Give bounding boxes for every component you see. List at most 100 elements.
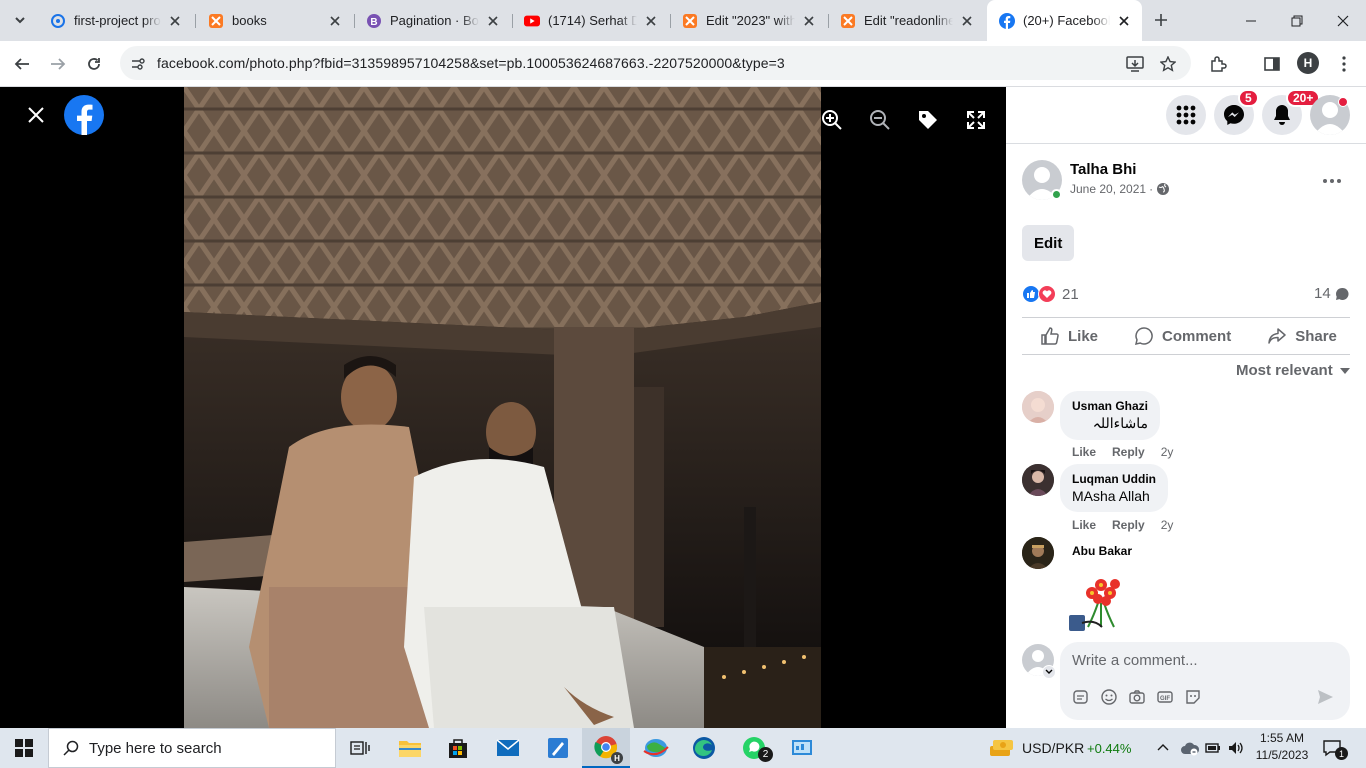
close-icon [28, 107, 44, 123]
currency-pair[interactable]: USD/PKR [1022, 740, 1084, 756]
show-hidden-icons-button[interactable] [1156, 740, 1170, 759]
weather-widget-icon[interactable] [988, 736, 1014, 765]
commenter-name[interactable]: Abu Bakar [1072, 544, 1132, 558]
sort-label: Most relevant [1236, 362, 1333, 379]
profile-avatar[interactable]: H [1297, 52, 1319, 74]
post-date[interactable]: June 20, 2021 [1070, 182, 1146, 196]
comment-like-link[interactable]: Like [1072, 445, 1096, 459]
control-panel-icon [792, 740, 812, 755]
messenger-icon [1224, 105, 1244, 125]
like-button[interactable]: Like [1022, 326, 1116, 346]
comment-age[interactable]: 2y [1161, 518, 1174, 532]
close-viewer-button[interactable] [18, 97, 54, 133]
whatsapp-button[interactable]: 2 [730, 728, 778, 768]
close-tab-icon[interactable] [167, 13, 183, 29]
tab-title: books [232, 13, 267, 28]
store-button[interactable] [434, 728, 482, 768]
comment-button[interactable]: Comment [1116, 326, 1249, 346]
comment-input[interactable]: Write a comment... [1072, 652, 1198, 669]
sticker-icon[interactable] [1184, 688, 1202, 711]
volume-icon[interactable] [1227, 740, 1245, 761]
search-icon [63, 740, 79, 756]
install-app-icon[interactable] [1125, 54, 1145, 74]
camera-icon[interactable] [1128, 688, 1146, 711]
chrome-button[interactable]: H [582, 728, 630, 768]
reactions-summary[interactable]: 21 [1022, 285, 1079, 303]
action-center-button[interactable]: 1 [1322, 739, 1348, 762]
comment-reply-link[interactable]: Reply [1112, 518, 1145, 532]
gif-icon[interactable]: GIF [1156, 688, 1174, 711]
tab-search-button[interactable] [8, 8, 32, 32]
commenter-name[interactable]: Luqman Uddin [1072, 472, 1156, 486]
youtube-icon [524, 13, 540, 29]
clock-date: 11/5/2023 [1255, 748, 1309, 762]
site-info-icon[interactable] [128, 54, 148, 74]
tab-books[interactable]: books [196, 6, 353, 35]
bookmark-star-icon[interactable] [1158, 54, 1178, 74]
new-tab-button[interactable] [1151, 10, 1171, 30]
post-options-button[interactable] [1318, 167, 1346, 195]
minimize-button[interactable] [1228, 0, 1274, 41]
fullscreen-button[interactable] [958, 102, 994, 138]
close-tab-icon[interactable] [1116, 13, 1132, 29]
file-explorer-button[interactable] [386, 728, 434, 768]
account-switch-button[interactable] [1042, 665, 1056, 679]
chevron-down-icon [1045, 669, 1053, 674]
side-panel-button[interactable] [1258, 50, 1286, 78]
globe-app-button[interactable] [632, 728, 680, 768]
mail-button[interactable] [484, 728, 532, 768]
comment-bubble: Luqman Uddin MAsha Allah [1060, 464, 1168, 512]
commenter-avatar[interactable] [1022, 464, 1054, 496]
network-cloud-icon[interactable] [1180, 740, 1200, 761]
share-button[interactable]: Share [1249, 326, 1355, 346]
comment-sort-dropdown[interactable]: Most relevant [1236, 362, 1351, 379]
commenter-name[interactable]: Usman Ghazi [1072, 399, 1148, 413]
battery-icon[interactable] [1204, 740, 1222, 761]
restore-button[interactable] [1274, 0, 1320, 41]
taskbar-search[interactable]: Type here to search [48, 728, 336, 768]
zoom-in-button[interactable] [814, 102, 850, 138]
commenter-avatar[interactable] [1022, 537, 1054, 569]
search-placeholder: Type here to search [89, 739, 222, 757]
close-tab-icon[interactable] [643, 13, 659, 29]
system-clock[interactable]: 1:55 AM 11/5/2023 [1254, 731, 1310, 762]
tag-photo-button[interactable] [910, 102, 946, 138]
start-button[interactable] [0, 728, 48, 768]
avatar-sticker-icon[interactable] [1072, 688, 1090, 711]
reload-button[interactable] [80, 50, 108, 78]
close-window-button[interactable] [1320, 0, 1366, 41]
tab-youtube[interactable]: (1714) Serhat Du [512, 6, 669, 35]
task-view-button[interactable] [336, 728, 384, 768]
edge-button[interactable] [680, 728, 728, 768]
comments-count-link[interactable]: 14 [1314, 285, 1349, 302]
tab-edit-2023[interactable]: Edit "2023" with [670, 6, 827, 35]
extensions-button[interactable] [1204, 50, 1232, 78]
comment-text: ماشاءاللہ [1092, 415, 1149, 431]
close-tab-icon[interactable] [327, 13, 343, 29]
close-tab-icon[interactable] [801, 13, 817, 29]
paint-button[interactable] [534, 728, 582, 768]
control-panel-button[interactable] [778, 728, 826, 768]
comment-reply-link[interactable]: Reply [1112, 445, 1145, 459]
chrome-menu-button[interactable] [1330, 50, 1358, 78]
back-button[interactable] [8, 50, 36, 78]
comment-like-link[interactable]: Like [1072, 518, 1096, 532]
xampp-icon [208, 13, 224, 29]
emoji-icon[interactable] [1100, 688, 1118, 711]
edit-button[interactable]: Edit [1022, 225, 1075, 261]
close-tab-icon[interactable] [485, 13, 501, 29]
address-bar[interactable]: facebook.com/photo.php?fbid=313598957104… [120, 46, 1191, 80]
author-name[interactable]: Talha Bhi [1070, 161, 1136, 178]
forward-button[interactable] [44, 50, 72, 78]
menu-button[interactable] [1166, 95, 1206, 135]
close-tab-icon[interactable] [959, 13, 975, 29]
zoom-out-button[interactable] [862, 102, 898, 138]
comment-age[interactable]: 2y [1161, 445, 1174, 459]
commenter-avatar[interactable] [1022, 391, 1054, 423]
tab-edit-readonline[interactable]: Edit "readonline [828, 6, 985, 35]
tab-facebook[interactable]: (20+) Facebook [987, 0, 1142, 41]
facebook-logo[interactable] [64, 95, 104, 135]
send-comment-button[interactable] [1316, 688, 1334, 711]
tab-pagination[interactable]: B Pagination · Boo [354, 6, 511, 35]
tab-first-project[interactable]: first-project pro [38, 6, 193, 35]
